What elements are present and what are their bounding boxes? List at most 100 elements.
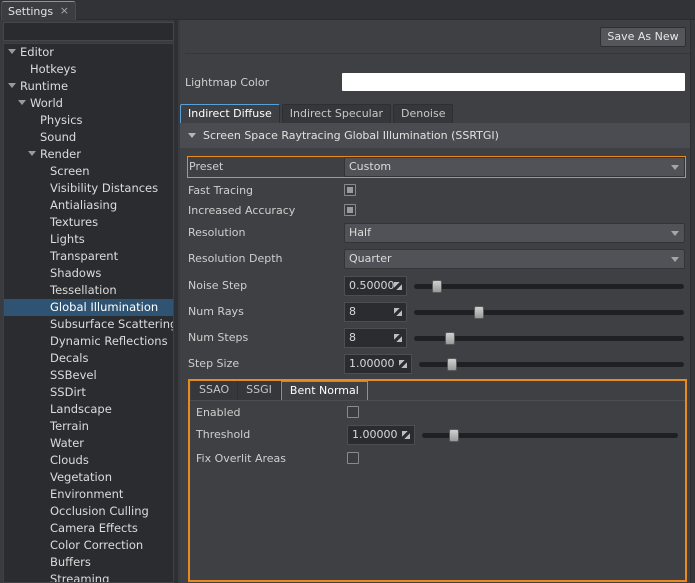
sidebar-item-sound[interactable]: Sound [4,129,173,146]
increased-accuracy-checkbox[interactable] [344,204,356,216]
sidebar-item-label: Streaming [50,572,110,583]
enabled-checkbox[interactable] [347,406,359,418]
sidebar-item-buffers[interactable]: Buffers [4,554,173,571]
sidebar-item-label: Water [50,436,84,450]
sidebar-item-label: Vegetation [50,470,113,484]
sidebar-item-editor[interactable]: Editor [4,44,173,61]
fast-tracing-checkbox[interactable] [344,184,356,196]
sidebar-item-shadows[interactable]: Shadows [4,265,173,282]
slider-thumb[interactable] [447,358,457,371]
sidebar-item-physics[interactable]: Physics [4,112,173,129]
resolution-depth-label: Resolution Depth [188,252,283,265]
resize-grip-icon[interactable] [394,282,402,290]
sidebar-item-world[interactable]: World [4,95,173,112]
tab-bent-normal[interactable]: Bent Normal [280,381,368,400]
expand-arrow-icon[interactable] [28,151,36,156]
sidebar-item-ssbevel[interactable]: SSBevel [4,367,173,384]
sidebar-item-vegetation[interactable]: Vegetation [4,469,173,486]
num-steps-input[interactable]: 8 [344,328,407,348]
resolution-depth-row: Resolution Depth Quarter [188,249,685,269]
close-icon[interactable]: × [60,4,69,17]
tab-indirect-diffuse[interactable]: Indirect Diffuse [180,104,280,123]
sidebar-item-color-correction[interactable]: Color Correction [4,537,173,554]
sidebar-item-label: Terrain [50,419,89,433]
tab-ssgi[interactable]: SSGI [238,381,281,400]
ao-subtabs: SSAO SSGI Bent Normal [191,381,368,400]
sidebar-item-textures[interactable]: Textures [4,214,173,231]
num-steps-slider[interactable] [414,332,684,345]
slider-thumb[interactable] [432,280,442,293]
expand-arrow-icon[interactable] [8,49,16,54]
sidebar-item-streaming[interactable]: Streaming [4,571,173,583]
threshold-label: Threshold [196,428,251,441]
sidebar-item-terrain[interactable]: Terrain [4,418,173,435]
sidebar-item-lights[interactable]: Lights [4,231,173,248]
sidebar-item-subsurface-scattering[interactable]: Subsurface Scattering [4,316,173,333]
expand-arrow-icon[interactable] [18,100,26,105]
sidebar-item-visibility-distances[interactable]: Visibility Distances [4,180,173,197]
sidebar-item-clouds[interactable]: Clouds [4,452,173,469]
resolution-depth-value: Quarter [349,252,392,265]
sidebar-item-camera-effects[interactable]: Camera Effects [4,520,173,537]
resize-grip-icon[interactable] [394,308,402,316]
step-size-input[interactable]: 1.00000 [344,354,412,374]
increased-accuracy-label: Increased Accuracy [188,204,296,217]
num-rays-value: 8 [349,305,356,318]
sidebar-item-hotkeys[interactable]: Hotkeys [4,61,173,78]
sidebar-item-global-illumination[interactable]: Global Illumination [4,299,173,316]
sidebar-item-tessellation[interactable]: Tessellation [4,282,173,299]
resize-grip-icon[interactable] [402,431,410,439]
step-size-value: 1.00000 [349,357,395,370]
fast-tracing-row: Fast Tracing [188,181,685,201]
num-rays-slider[interactable] [414,306,684,319]
sidebar-item-ssdirt[interactable]: SSDirt [4,384,173,401]
tab-ssao[interactable]: SSAO [191,381,239,400]
search-input[interactable] [3,22,174,41]
sidebar-item-occlusion-culling[interactable]: Occlusion Culling [4,503,173,520]
expand-arrow-icon[interactable] [8,83,16,88]
enabled-label: Enabled [196,406,241,419]
main-scrollbar[interactable] [690,20,695,583]
step-size-slider[interactable] [419,358,684,371]
sidebar-item-environment[interactable]: Environment [4,486,173,503]
resize-grip-icon[interactable] [399,360,407,368]
noise-step-slider[interactable] [414,280,684,293]
resize-grip-icon[interactable] [394,334,402,342]
ssrtgi-section-header[interactable]: Screen Space Raytracing Global Illuminat… [180,123,691,148]
noise-step-value: 0.50000 [349,279,395,292]
num-steps-row: Num Steps 8 [188,328,685,348]
num-steps-label: Num Steps [188,331,249,344]
threshold-input[interactable]: 1.00000 [347,425,415,445]
tab-indirect-specular[interactable]: Indirect Specular [281,104,391,123]
tab-denoise[interactable]: Denoise [392,104,454,123]
resolution-select[interactable]: Half [344,223,685,243]
sidebar-item-landscape[interactable]: Landscape [4,401,173,418]
noise-step-input[interactable]: 0.50000 [344,276,407,296]
title-bar: Settings × [0,0,695,20]
sidebar-item-transparent[interactable]: Transparent [4,248,173,265]
preset-row: Preset Custom [187,156,686,178]
sidebar-item-decals[interactable]: Decals [4,350,173,367]
sidebar-item-antialiasing[interactable]: Antialiasing [4,197,173,214]
sidebar-item-label: Lights [50,232,85,246]
sidebar-item-water[interactable]: Water [4,435,173,452]
slider-thumb[interactable] [445,332,455,345]
lightmap-color-swatch[interactable] [342,73,685,91]
slider-thumb[interactable] [449,429,459,442]
resolution-depth-select[interactable]: Quarter [344,249,685,269]
sidebar-item-label: Landscape [50,402,112,416]
sidebar-item-runtime[interactable]: Runtime [4,78,173,95]
sidebar-item-render[interactable]: Render [4,146,173,163]
fix-overlit-checkbox[interactable] [347,452,359,464]
preset-select[interactable]: Custom [344,157,685,177]
chevron-down-icon [671,165,679,170]
sidebar-item-screen[interactable]: Screen [4,163,173,180]
slider-thumb[interactable] [474,306,484,319]
sidebar-scrollbar[interactable] [174,20,178,583]
sidebar-item-dynamic-reflections[interactable]: Dynamic Reflections [4,333,173,350]
save-as-new-button[interactable]: Save As New [600,27,686,47]
num-rays-input[interactable]: 8 [344,302,407,322]
threshold-slider[interactable] [422,429,678,442]
ao-group: SSAO SSGI Bent Normal Enabled Threshold … [188,379,687,582]
tab-settings[interactable]: Settings × [1,1,76,20]
